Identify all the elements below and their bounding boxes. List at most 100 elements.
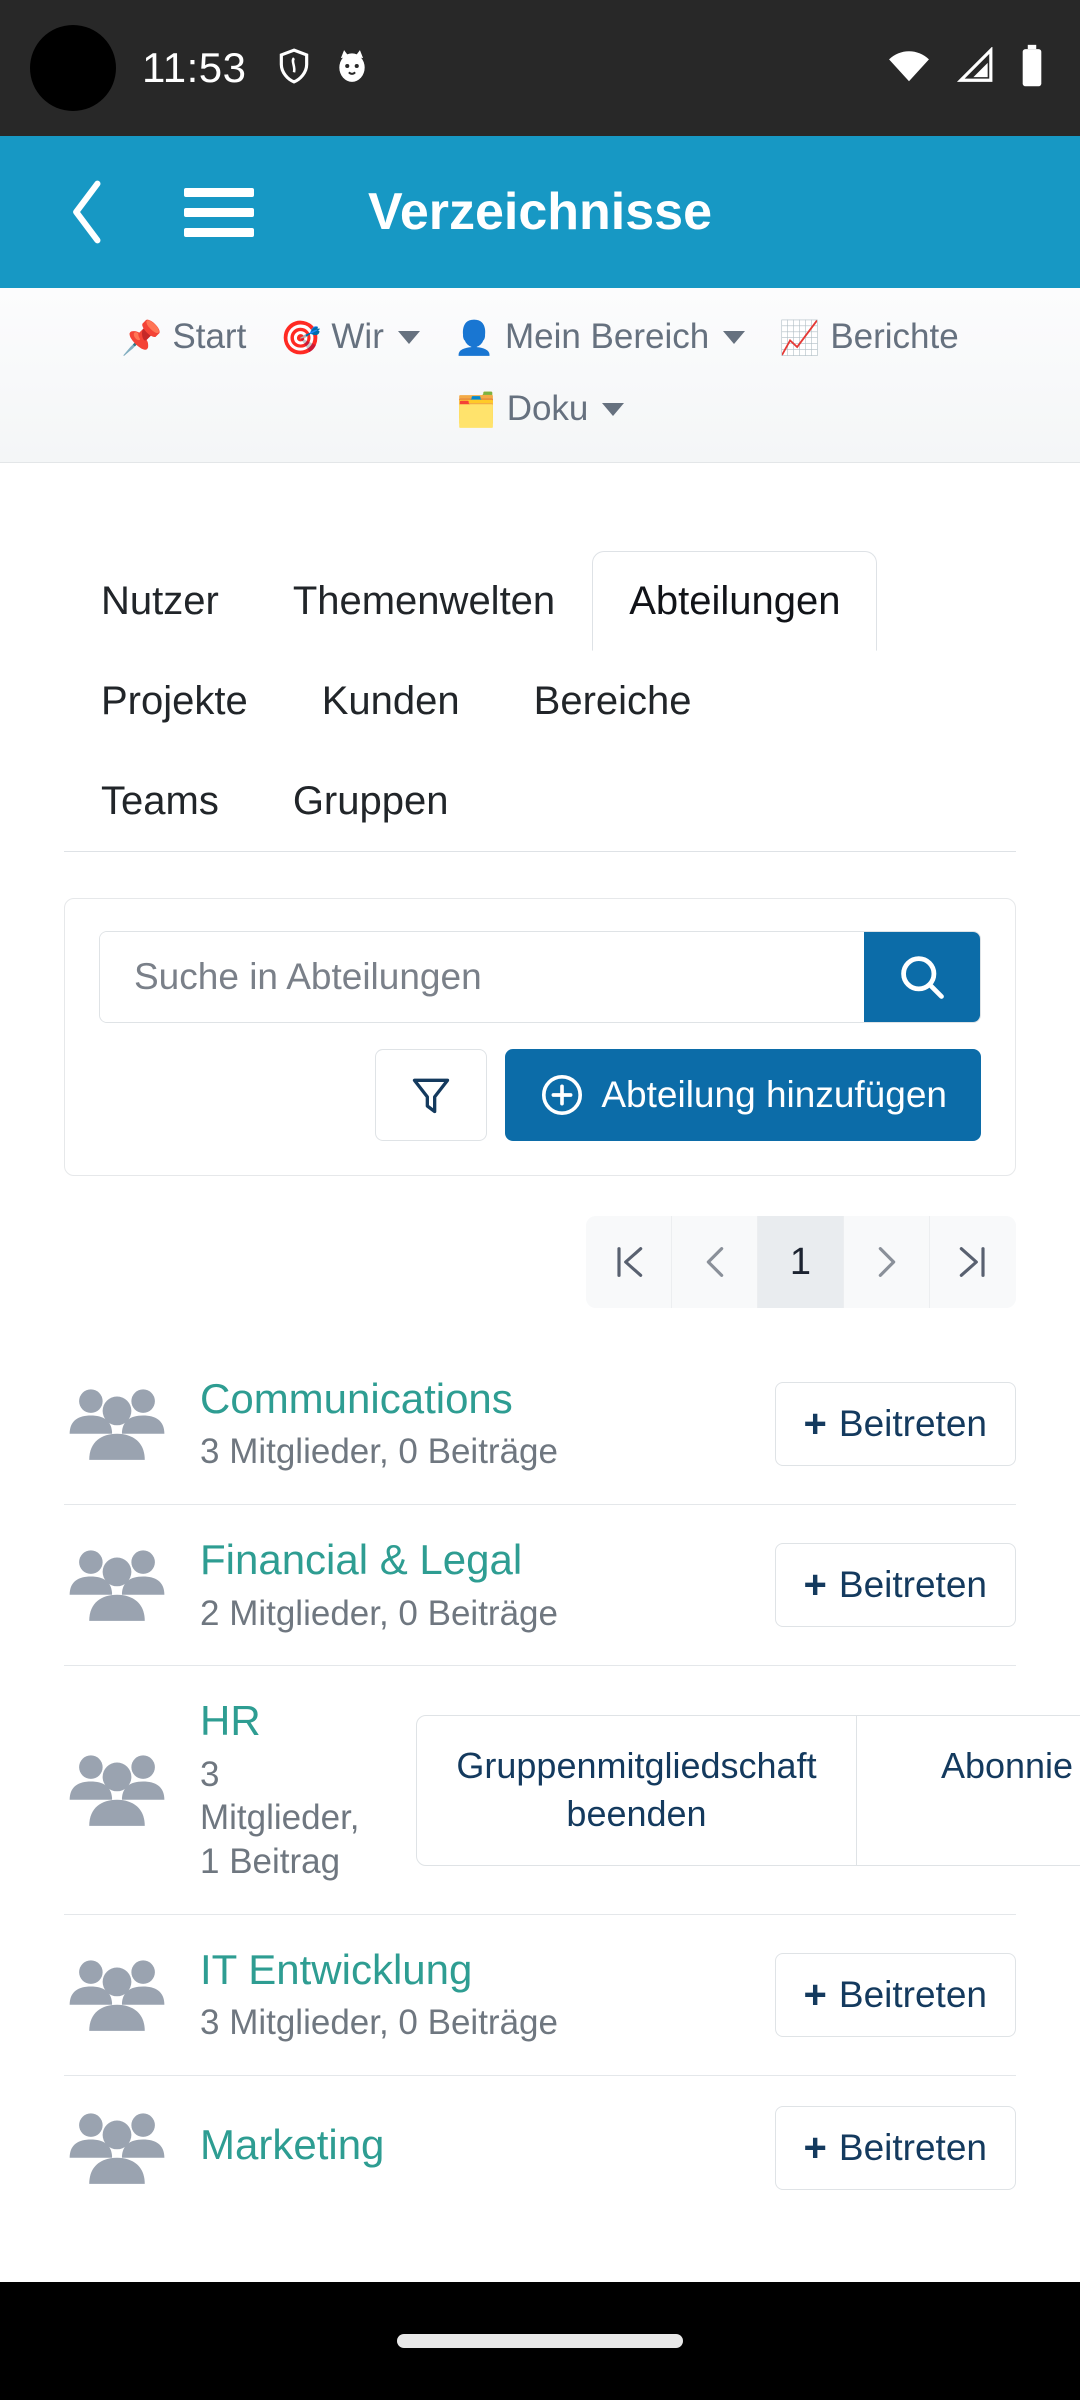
- shield-icon: [275, 46, 313, 91]
- nav-label: Wir: [331, 317, 384, 356]
- search-actions-row: Abteilung hinzufügen: [99, 1049, 981, 1141]
- search-panel: Abteilung hinzufügen: [64, 898, 1016, 1176]
- tab-nutzer[interactable]: Nutzer: [64, 551, 256, 651]
- add-department-button[interactable]: Abteilung hinzufügen: [505, 1049, 981, 1141]
- magnifying-glass-icon: [901, 956, 944, 999]
- tab-bereiche[interactable]: Bereiche: [497, 651, 729, 751]
- people-group-icon: [64, 1545, 170, 1625]
- subscribe-button[interactable]: Abonnie: [857, 1716, 1080, 1865]
- item-text: Marketing: [200, 2120, 745, 2176]
- wifi-icon: [886, 47, 932, 90]
- cellular-signal-icon: [954, 45, 996, 90]
- camera-cutout: [30, 25, 116, 111]
- chevron-left-icon: [706, 1247, 723, 1277]
- pagination-first-button[interactable]: [586, 1216, 672, 1308]
- gesture-home-indicator[interactable]: [397, 2334, 683, 2348]
- battery-icon: [1018, 44, 1046, 93]
- join-button[interactable]: + Beitreten: [774, 1382, 1016, 1467]
- plus-icon: +: [803, 1972, 827, 2017]
- tab-projekte[interactable]: Projekte: [64, 651, 285, 751]
- department-meta: 2 Mitglieder, 0 Beiträge: [200, 1593, 558, 1633]
- people-group-icon: [64, 1750, 170, 1830]
- plus-icon: +: [803, 1402, 827, 1447]
- system-navigation-bar: [0, 2282, 1080, 2400]
- hamburger-menu-button[interactable]: [184, 177, 254, 247]
- status-time: 11:53: [142, 44, 247, 91]
- pagination-current-page[interactable]: 1: [758, 1216, 844, 1308]
- nav-label: Start: [172, 317, 247, 356]
- phone-screen: 11:53 Verzeichnisse 📌 Start 🎯 Wir 👤 Mein…: [0, 0, 1080, 2400]
- search-input[interactable]: [100, 932, 864, 1022]
- tab-abteilungen[interactable]: Abteilungen: [592, 551, 878, 651]
- tab-kunden[interactable]: Kunden: [285, 651, 497, 751]
- status-system-icons: [886, 44, 1046, 93]
- nav-item-start[interactable]: 📌 Start: [121, 306, 246, 368]
- chevron-down-icon: [602, 402, 625, 416]
- table-row[interactable]: Financial & Legal 2 Mitglieder, 0 Beiträ…: [64, 1505, 1016, 1667]
- directory-tabs: Nutzer Themenwelten Abteilungen Projekte…: [0, 463, 1080, 852]
- department-name[interactable]: HR: [200, 1696, 370, 1746]
- pagination-last-button[interactable]: [930, 1216, 1016, 1308]
- item-text: Financial & Legal 2 Mitglieder, 0 Beiträ…: [200, 1535, 745, 1635]
- department-meta: 3 Mitglieder, 0 Beiträge: [200, 2003, 558, 2043]
- chevron-right-icon: [878, 1247, 895, 1277]
- nav-item-wir[interactable]: 🎯 Wir: [280, 306, 420, 368]
- people-group-icon: [64, 1384, 170, 1464]
- tab-themenwelten[interactable]: Themenwelten: [256, 551, 592, 651]
- people-group-icon: [64, 1955, 170, 2035]
- first-page-icon: [616, 1247, 642, 1277]
- pagination-prev-button[interactable]: [672, 1216, 758, 1308]
- department-meta: 3 Mitglieder, 0 Beiträge: [200, 1432, 558, 1472]
- department-meta: 3 Mitglieder, 1 Beitrag: [200, 1754, 360, 1882]
- join-label: Beitreten: [838, 1564, 987, 1606]
- nav-label: Berichte: [830, 317, 959, 356]
- join-button[interactable]: + Beitreten: [774, 1543, 1016, 1628]
- department-name[interactable]: Financial & Legal: [200, 1535, 745, 1585]
- add-department-label: Abteilung hinzufügen: [601, 1074, 947, 1115]
- nav-item-berichte[interactable]: 📈 Berichte: [779, 306, 959, 368]
- search-panel-wrapper: Abteilung hinzufügen: [0, 852, 1080, 1176]
- top-navigation: 📌 Start 🎯 Wir 👤 Mein Bereich 📈 Berichte: [0, 288, 1080, 463]
- chart-increasing-icon: 📈: [779, 318, 821, 356]
- pagination-next-button[interactable]: [844, 1216, 930, 1308]
- table-row[interactable]: IT Entwicklung 3 Mitglieder, 0 Beiträge …: [64, 1915, 1016, 2077]
- join-label: Beitreten: [838, 1973, 987, 2015]
- cat-face-icon: [333, 46, 371, 91]
- filter-button[interactable]: [375, 1049, 488, 1141]
- chevron-down-icon: [723, 330, 746, 344]
- page-content: 📌 Start 🎯 Wir 👤 Mein Bereich 📈 Berichte: [0, 288, 1080, 2400]
- tabs-row-1: Nutzer Themenwelten Abteilungen: [64, 551, 1016, 651]
- plus-icon: +: [803, 1563, 827, 1608]
- join-button[interactable]: + Beitreten: [774, 1952, 1016, 2037]
- department-name[interactable]: Communications: [200, 1374, 745, 1424]
- page-title: Verzeichnisse: [368, 183, 712, 241]
- table-row[interactable]: Marketing + Beitreten: [64, 2076, 1016, 2191]
- app-header: Verzeichnisse: [0, 136, 1080, 288]
- back-button[interactable]: [60, 176, 116, 248]
- search-row: [99, 931, 981, 1023]
- tab-gruppen[interactable]: Gruppen: [256, 751, 486, 851]
- tabs-row-3: Teams Gruppen: [64, 751, 1016, 851]
- join-button[interactable]: + Beitreten: [774, 2106, 1016, 2191]
- nav-item-mein-bereich[interactable]: 👤 Mein Bereich: [453, 306, 746, 368]
- table-row[interactable]: Communications 3 Mitglieder, 0 Beiträge …: [64, 1344, 1016, 1506]
- department-name[interactable]: IT Entwicklung: [200, 1945, 745, 1995]
- leave-group-button[interactable]: Gruppenmitgliedschaft beenden: [417, 1715, 857, 1865]
- nav-label: Doku: [506, 389, 589, 428]
- target-icon: 🎯: [280, 318, 322, 356]
- item-text: IT Entwicklung 3 Mitglieder, 0 Beiträge: [200, 1945, 745, 2045]
- department-list: Communications 3 Mitglieder, 0 Beiträge …: [0, 1344, 1080, 2191]
- nav-item-doku[interactable]: 🗂️ Doku: [456, 378, 625, 440]
- person-icon: 👤: [453, 318, 495, 356]
- status-notification-icons: [275, 46, 371, 91]
- search-button[interactable]: [864, 932, 980, 1022]
- chevron-left-icon: [73, 180, 101, 244]
- tab-teams[interactable]: Teams: [64, 751, 256, 851]
- plus-icon: +: [803, 2126, 827, 2171]
- hamburger-menu-icon: [184, 187, 254, 197]
- department-name[interactable]: Marketing: [200, 2120, 745, 2170]
- pagination: 1: [586, 1216, 1016, 1308]
- table-row[interactable]: HR 3 Mitglieder, 1 Beitrag Gruppenmitgli…: [64, 1666, 1080, 1915]
- top-navigation-row: 📌 Start 🎯 Wir 👤 Mein Bereich 📈 Berichte: [24, 306, 1056, 440]
- last-page-icon: [959, 1247, 985, 1277]
